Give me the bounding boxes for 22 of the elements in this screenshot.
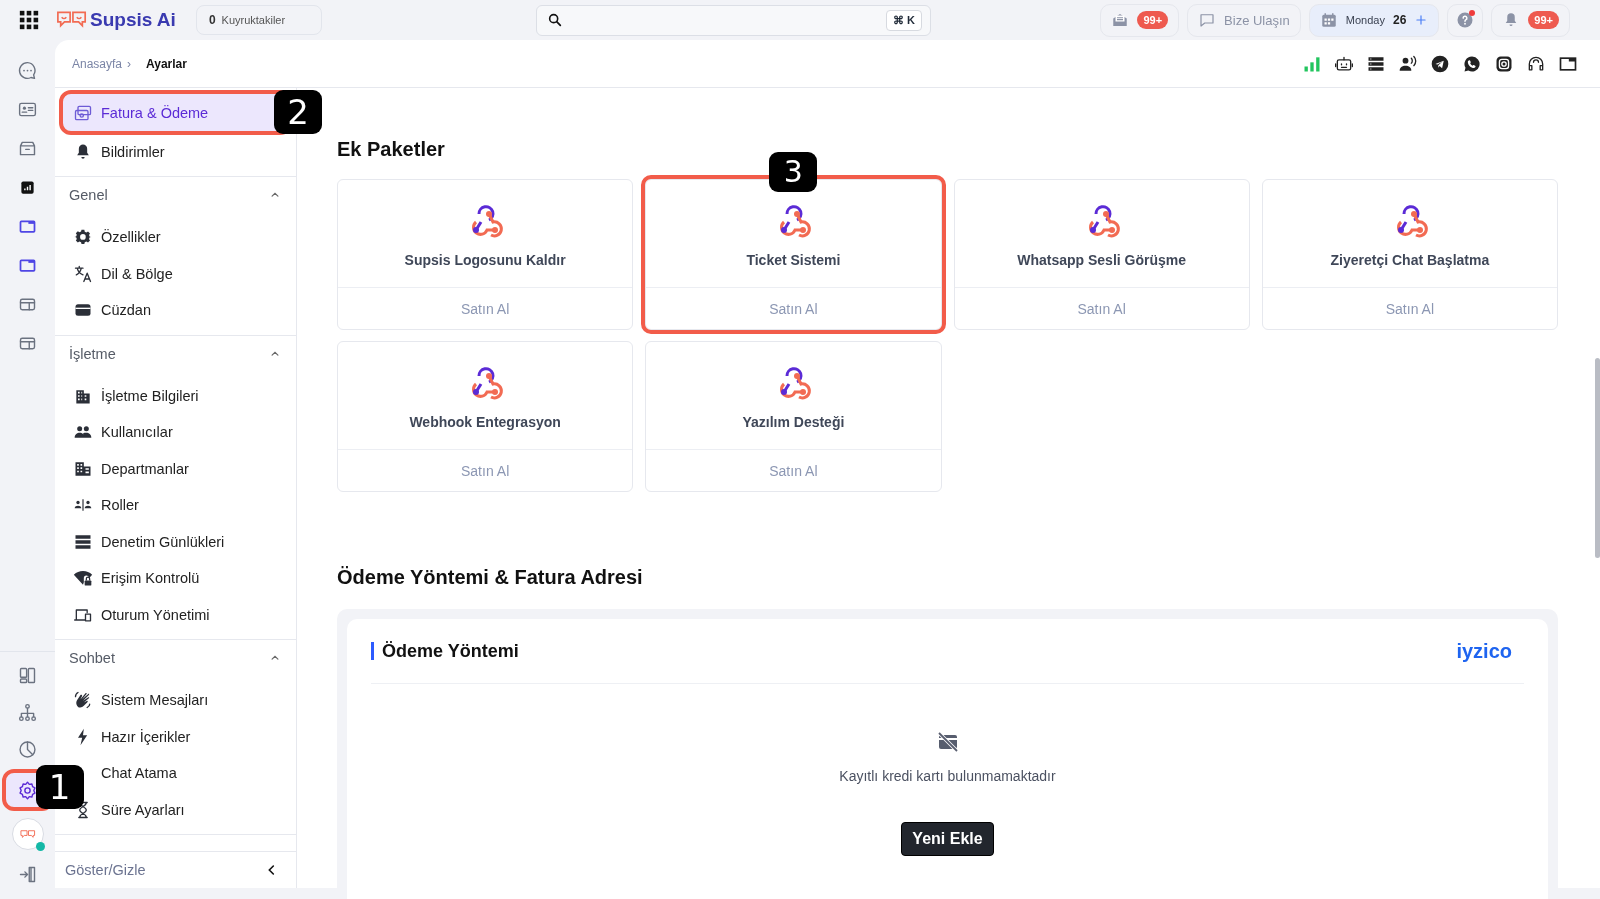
package-name: Webhook Entegrasyon: [409, 413, 561, 430]
section-heading: Ödeme Yöntemi & Fatura Adresi: [337, 566, 644, 589]
empty-message: Kayıtlı kredi kartı bulunmamaktadır: [839, 768, 1056, 784]
package-name: Supsis Logosunu Kaldır: [404, 251, 566, 268]
package-name: Whatsapp Sesli Görüşme: [1017, 251, 1187, 268]
shortcut-key: ⌘ K: [885, 9, 922, 31]
step-number-tooltip: 2: [274, 90, 322, 134]
breadcrumb-current: Ayarlar: [146, 56, 187, 71]
date-number: 26: [1392, 13, 1407, 27]
step-number-tooltip: 1: [35, 765, 84, 809]
section-heading: Ek Paketler: [337, 138, 446, 161]
provider-logo-text: iyzico: [1456, 639, 1512, 663]
count-badge: 99+: [1137, 11, 1169, 29]
date-day: Monday: [1345, 14, 1385, 26]
logo-text: Supsis Ai: [90, 9, 176, 31]
package-name: Ticket Sistemi: [746, 251, 841, 268]
step-number-tooltip: 3: [769, 152, 818, 192]
package-name: Yazılım Desteği: [742, 413, 845, 430]
card-title: Ödeme Yöntemi: [371, 642, 519, 660]
package-name: Ziyeretçi Chat Başlatma: [1330, 251, 1490, 268]
count-badge: 99+: [1528, 11, 1559, 29]
breadcrumb-separator: ›: [127, 56, 132, 71]
